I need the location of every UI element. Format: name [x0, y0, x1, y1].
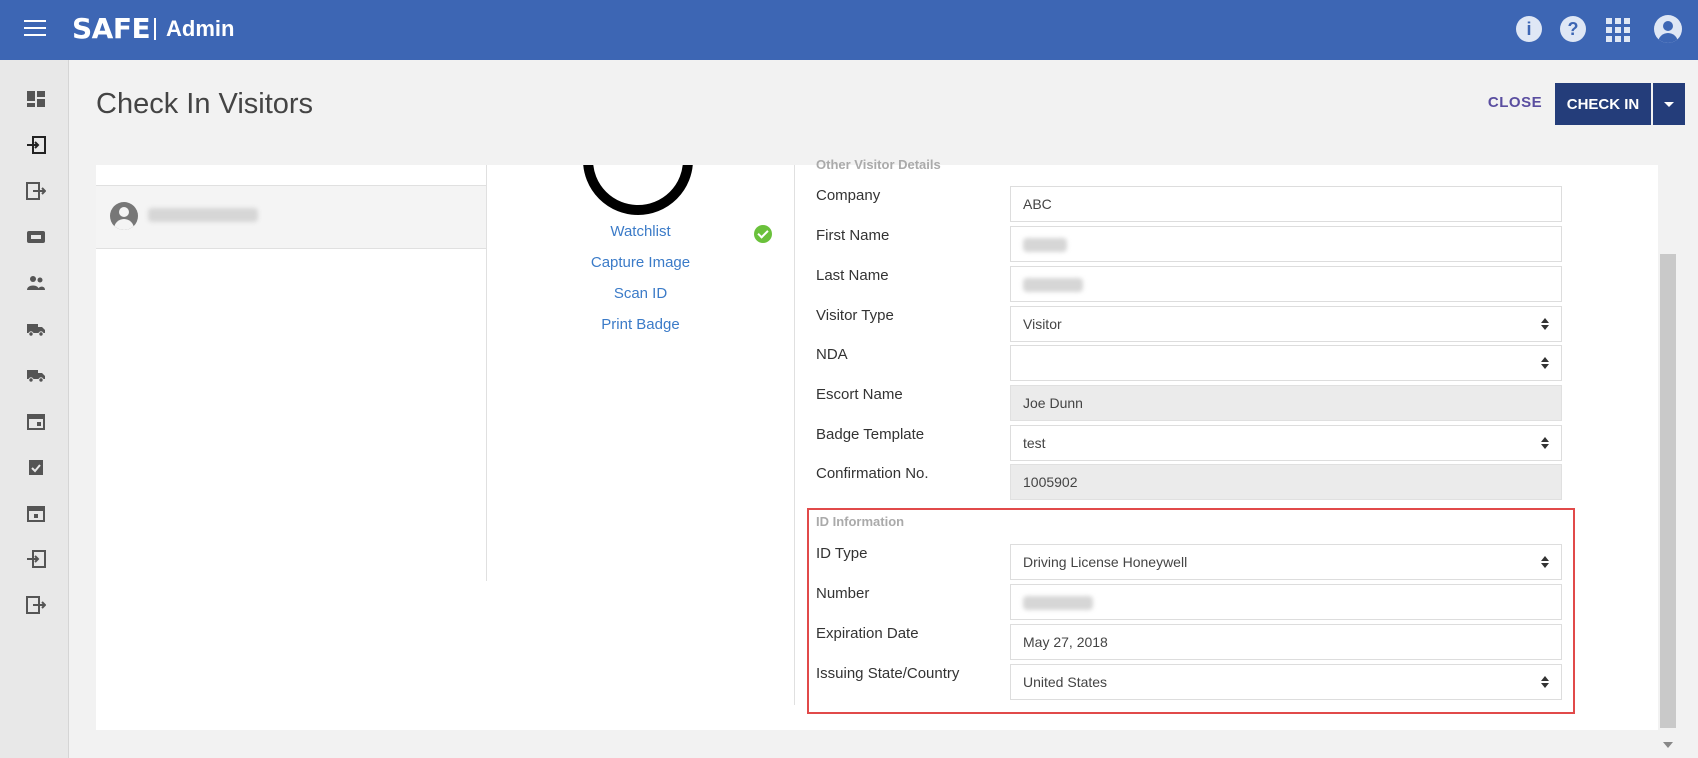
visitor-photo [583, 165, 693, 215]
check-in-icon[interactable] [26, 136, 46, 154]
visitor-list-item[interactable] [96, 185, 486, 249]
sign-in-icon[interactable] [26, 550, 46, 568]
id-number-label: Number [816, 585, 870, 602]
select-arrows-icon [1541, 437, 1549, 449]
issuing-country-select[interactable]: United States [1010, 664, 1562, 700]
issuing-country-value: United States [1023, 674, 1108, 690]
user-avatar-icon[interactable] [1654, 15, 1682, 43]
check-in-button[interactable]: CHECK IN [1555, 83, 1651, 125]
brand-divider [154, 18, 156, 40]
visitor-list [96, 165, 487, 581]
id-type-label: ID Type [816, 545, 868, 562]
visitor-type-label: Visitor Type [816, 307, 894, 324]
escort-name-label: Escort Name [816, 386, 903, 403]
help-icon[interactable]: ? [1560, 16, 1586, 42]
company-label: Company [816, 187, 881, 204]
company-field[interactable]: ABC [1010, 186, 1562, 222]
dashboard-icon[interactable] [26, 90, 46, 108]
calendar-icon[interactable] [26, 412, 46, 430]
top-bar: SAFE Admin i ? [0, 0, 1698, 60]
confirmation-label: Confirmation No. [816, 465, 929, 482]
first-name-label: First Name [816, 227, 890, 244]
content-card: Watchlist Capture Image Scan ID Print Ba… [96, 157, 1658, 730]
escort-name-field: Joe Dunn [1010, 385, 1562, 421]
redacted-visitor-name [148, 208, 258, 222]
check-circle-icon [754, 225, 772, 243]
last-name-field[interactable] [1010, 266, 1562, 302]
visitor-actions-panel: Watchlist Capture Image Scan ID Print Ba… [487, 165, 795, 705]
select-arrows-icon [1541, 318, 1549, 330]
last-name-label: Last Name [816, 267, 889, 284]
expiration-date-label: Expiration Date [816, 625, 919, 642]
id-type-select[interactable]: Driving License Honeywell [1010, 544, 1562, 580]
confirmation-field: 1005902 [1010, 464, 1562, 500]
visitor-type-value: Visitor [1023, 316, 1062, 332]
event-icon[interactable] [26, 504, 46, 522]
check-in-dropdown-button[interactable] [1653, 83, 1685, 125]
badge-template-label: Badge Template [816, 426, 925, 443]
info-icon[interactable]: i [1516, 16, 1542, 42]
watchlist-link[interactable]: Watchlist [487, 223, 794, 240]
apps-grid-icon[interactable] [1606, 18, 1630, 42]
id-number-field[interactable] [1010, 584, 1562, 620]
app-name: Admin [166, 16, 235, 41]
menu-icon[interactable] [24, 20, 46, 38]
first-name-field[interactable] [1010, 226, 1562, 262]
id-information-heading: ID Information [816, 514, 905, 529]
nda-select[interactable] [1010, 345, 1562, 381]
visitor-avatar-icon [110, 202, 138, 230]
nda-label: NDA [816, 346, 848, 363]
close-button[interactable]: CLOSE [1480, 94, 1550, 111]
visitor-type-select[interactable]: Visitor [1010, 306, 1562, 342]
shipping-truck-icon[interactable] [26, 366, 46, 384]
visitors-icon[interactable] [26, 274, 46, 292]
badge-template-select[interactable]: test [1010, 425, 1562, 461]
scan-id-link[interactable]: Scan ID [487, 285, 794, 302]
issuing-country-label: Issuing State/Country [816, 665, 960, 682]
other-details-heading: Other Visitor Details [816, 157, 941, 172]
delivery-truck-icon[interactable] [26, 320, 46, 338]
page-title: Check In Visitors [96, 88, 314, 120]
check-out-icon[interactable] [26, 182, 46, 200]
id-type-value: Driving License Honeywell [1023, 554, 1188, 570]
print-badge-link[interactable]: Print Badge [487, 316, 794, 333]
select-arrows-icon [1541, 676, 1549, 688]
capture-image-link[interactable]: Capture Image [487, 254, 794, 271]
sign-out-icon[interactable] [26, 596, 46, 614]
select-arrows-icon [1541, 357, 1549, 369]
scroll-down-icon[interactable] [1663, 742, 1673, 748]
badge-icon[interactable] [26, 228, 46, 246]
badge-template-value: test [1023, 435, 1046, 451]
brand-logo: SAFE [72, 12, 151, 45]
select-arrows-icon [1541, 556, 1549, 568]
expiration-date-field[interactable]: May 27, 2018 [1010, 624, 1562, 660]
scrollbar[interactable] [1660, 254, 1676, 728]
sidebar [0, 60, 69, 758]
clipboard-check-icon[interactable] [26, 458, 46, 476]
